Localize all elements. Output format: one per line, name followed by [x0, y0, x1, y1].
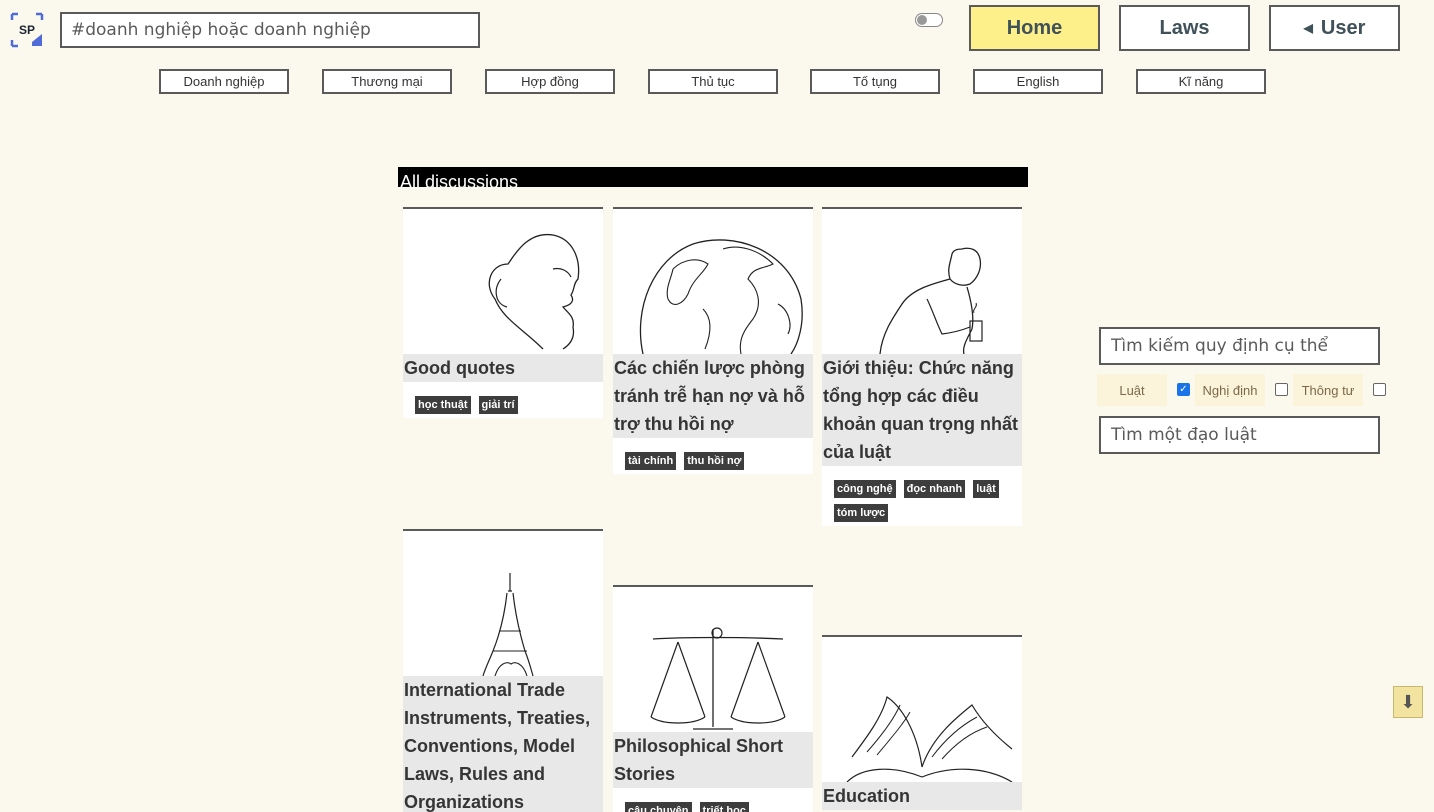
category-hop-dong[interactable]: Hợp đồng [485, 69, 615, 94]
man-coffee-line-art-image [822, 209, 1022, 354]
eiffel-tower-line-art-image [403, 531, 603, 676]
globe-line-art-image [613, 209, 813, 354]
card-tags: học thuật giải trí [403, 382, 603, 418]
discussion-card[interactable]: Education [822, 635, 1022, 810]
category-thu-tuc[interactable]: Thủ tục [648, 69, 778, 94]
filter-checkbox-luat[interactable]: ✓ [1177, 383, 1190, 396]
card-tags: tài chính thu hồi nợ [613, 438, 813, 474]
home-button[interactable]: Home [969, 5, 1100, 51]
card-title[interactable]: International Trade Instruments, Treatie… [403, 676, 603, 812]
discussion-card[interactable]: Giới thiệu: Chức năng tổng hợp các điều … [822, 207, 1022, 526]
filter-label-nghi-dinh: Nghị định [1195, 374, 1265, 406]
regulation-search-input[interactable] [1099, 327, 1380, 365]
tag[interactable]: thu hồi nợ [684, 452, 745, 470]
tag[interactable]: đọc nhanh [903, 480, 966, 498]
user-button[interactable]: ◀ User [1269, 5, 1400, 51]
theme-toggle[interactable] [915, 13, 943, 27]
open-book-line-art-image [822, 637, 1022, 782]
discussions-heading: All discussions [398, 167, 1028, 187]
card-tags: câu chuyện triết học [613, 788, 813, 812]
discussion-card[interactable]: International Trade Instruments, Treatie… [403, 529, 603, 812]
arrow-down-icon[interactable]: ⬇ [1393, 686, 1423, 718]
discussion-card[interactable]: Các chiến lược phòng tránh trễ hạn nợ và… [613, 207, 813, 474]
category-doanh-nghiep[interactable]: Doanh nghiệp [159, 69, 289, 94]
scales-line-art-image [613, 587, 813, 732]
tag[interactable]: câu chuyện [625, 802, 692, 812]
global-search-input[interactable] [60, 12, 480, 48]
tag[interactable]: công nghệ [834, 480, 896, 498]
law-search-input[interactable] [1099, 416, 1380, 454]
filter-label-thong-tu: Thông tư [1293, 374, 1363, 406]
tag[interactable]: tóm lược [834, 504, 889, 522]
laws-button-label: Laws [1159, 16, 1210, 39]
discussion-card[interactable]: Good quotes học thuật giải trí [403, 207, 603, 418]
tag[interactable]: luật [973, 480, 999, 498]
tag[interactable]: học thuật [415, 396, 471, 414]
card-tags: công nghệ đọc nhanh luật tóm lược [822, 466, 1022, 526]
tag[interactable]: triết học [699, 802, 749, 812]
category-to-tung[interactable]: Tố tụng [810, 69, 940, 94]
logo-icon[interactable]: SP [10, 12, 44, 48]
card-title[interactable]: Philosophical Short Stories [613, 732, 813, 788]
user-button-label: User [1320, 16, 1366, 39]
laws-button[interactable]: Laws [1119, 5, 1250, 51]
home-button-label: Home [1006, 16, 1063, 39]
svg-text:SP: SP [19, 23, 35, 37]
top-bar: SP Home Laws ◀ User Doanh nghiệp Thương … [0, 0, 1434, 100]
discussion-card[interactable]: Philosophical Short Stories câu chuyện t… [613, 585, 813, 812]
category-thuong-mai[interactable]: Thương mại [322, 69, 452, 94]
tag[interactable]: tài chính [625, 452, 677, 470]
category-english[interactable]: English [973, 69, 1103, 94]
filter-checkbox-nghi-dinh[interactable] [1275, 383, 1288, 396]
filter-checkbox-thong-tu[interactable] [1373, 383, 1386, 396]
caret-left-icon: ◀ [1303, 21, 1313, 35]
tag[interactable]: giải trí [478, 396, 518, 414]
card-title[interactable]: Education [822, 782, 1022, 810]
card-title[interactable]: Good quotes [403, 354, 603, 382]
card-title[interactable]: Các chiến lược phòng tránh trễ hạn nợ và… [613, 354, 813, 438]
category-ki-nang[interactable]: Kĩ năng [1136, 69, 1266, 94]
face-line-art-image [403, 209, 603, 354]
card-title[interactable]: Giới thiệu: Chức năng tổng hợp các điều … [822, 354, 1022, 466]
filter-label-luat: Luật [1097, 374, 1167, 406]
